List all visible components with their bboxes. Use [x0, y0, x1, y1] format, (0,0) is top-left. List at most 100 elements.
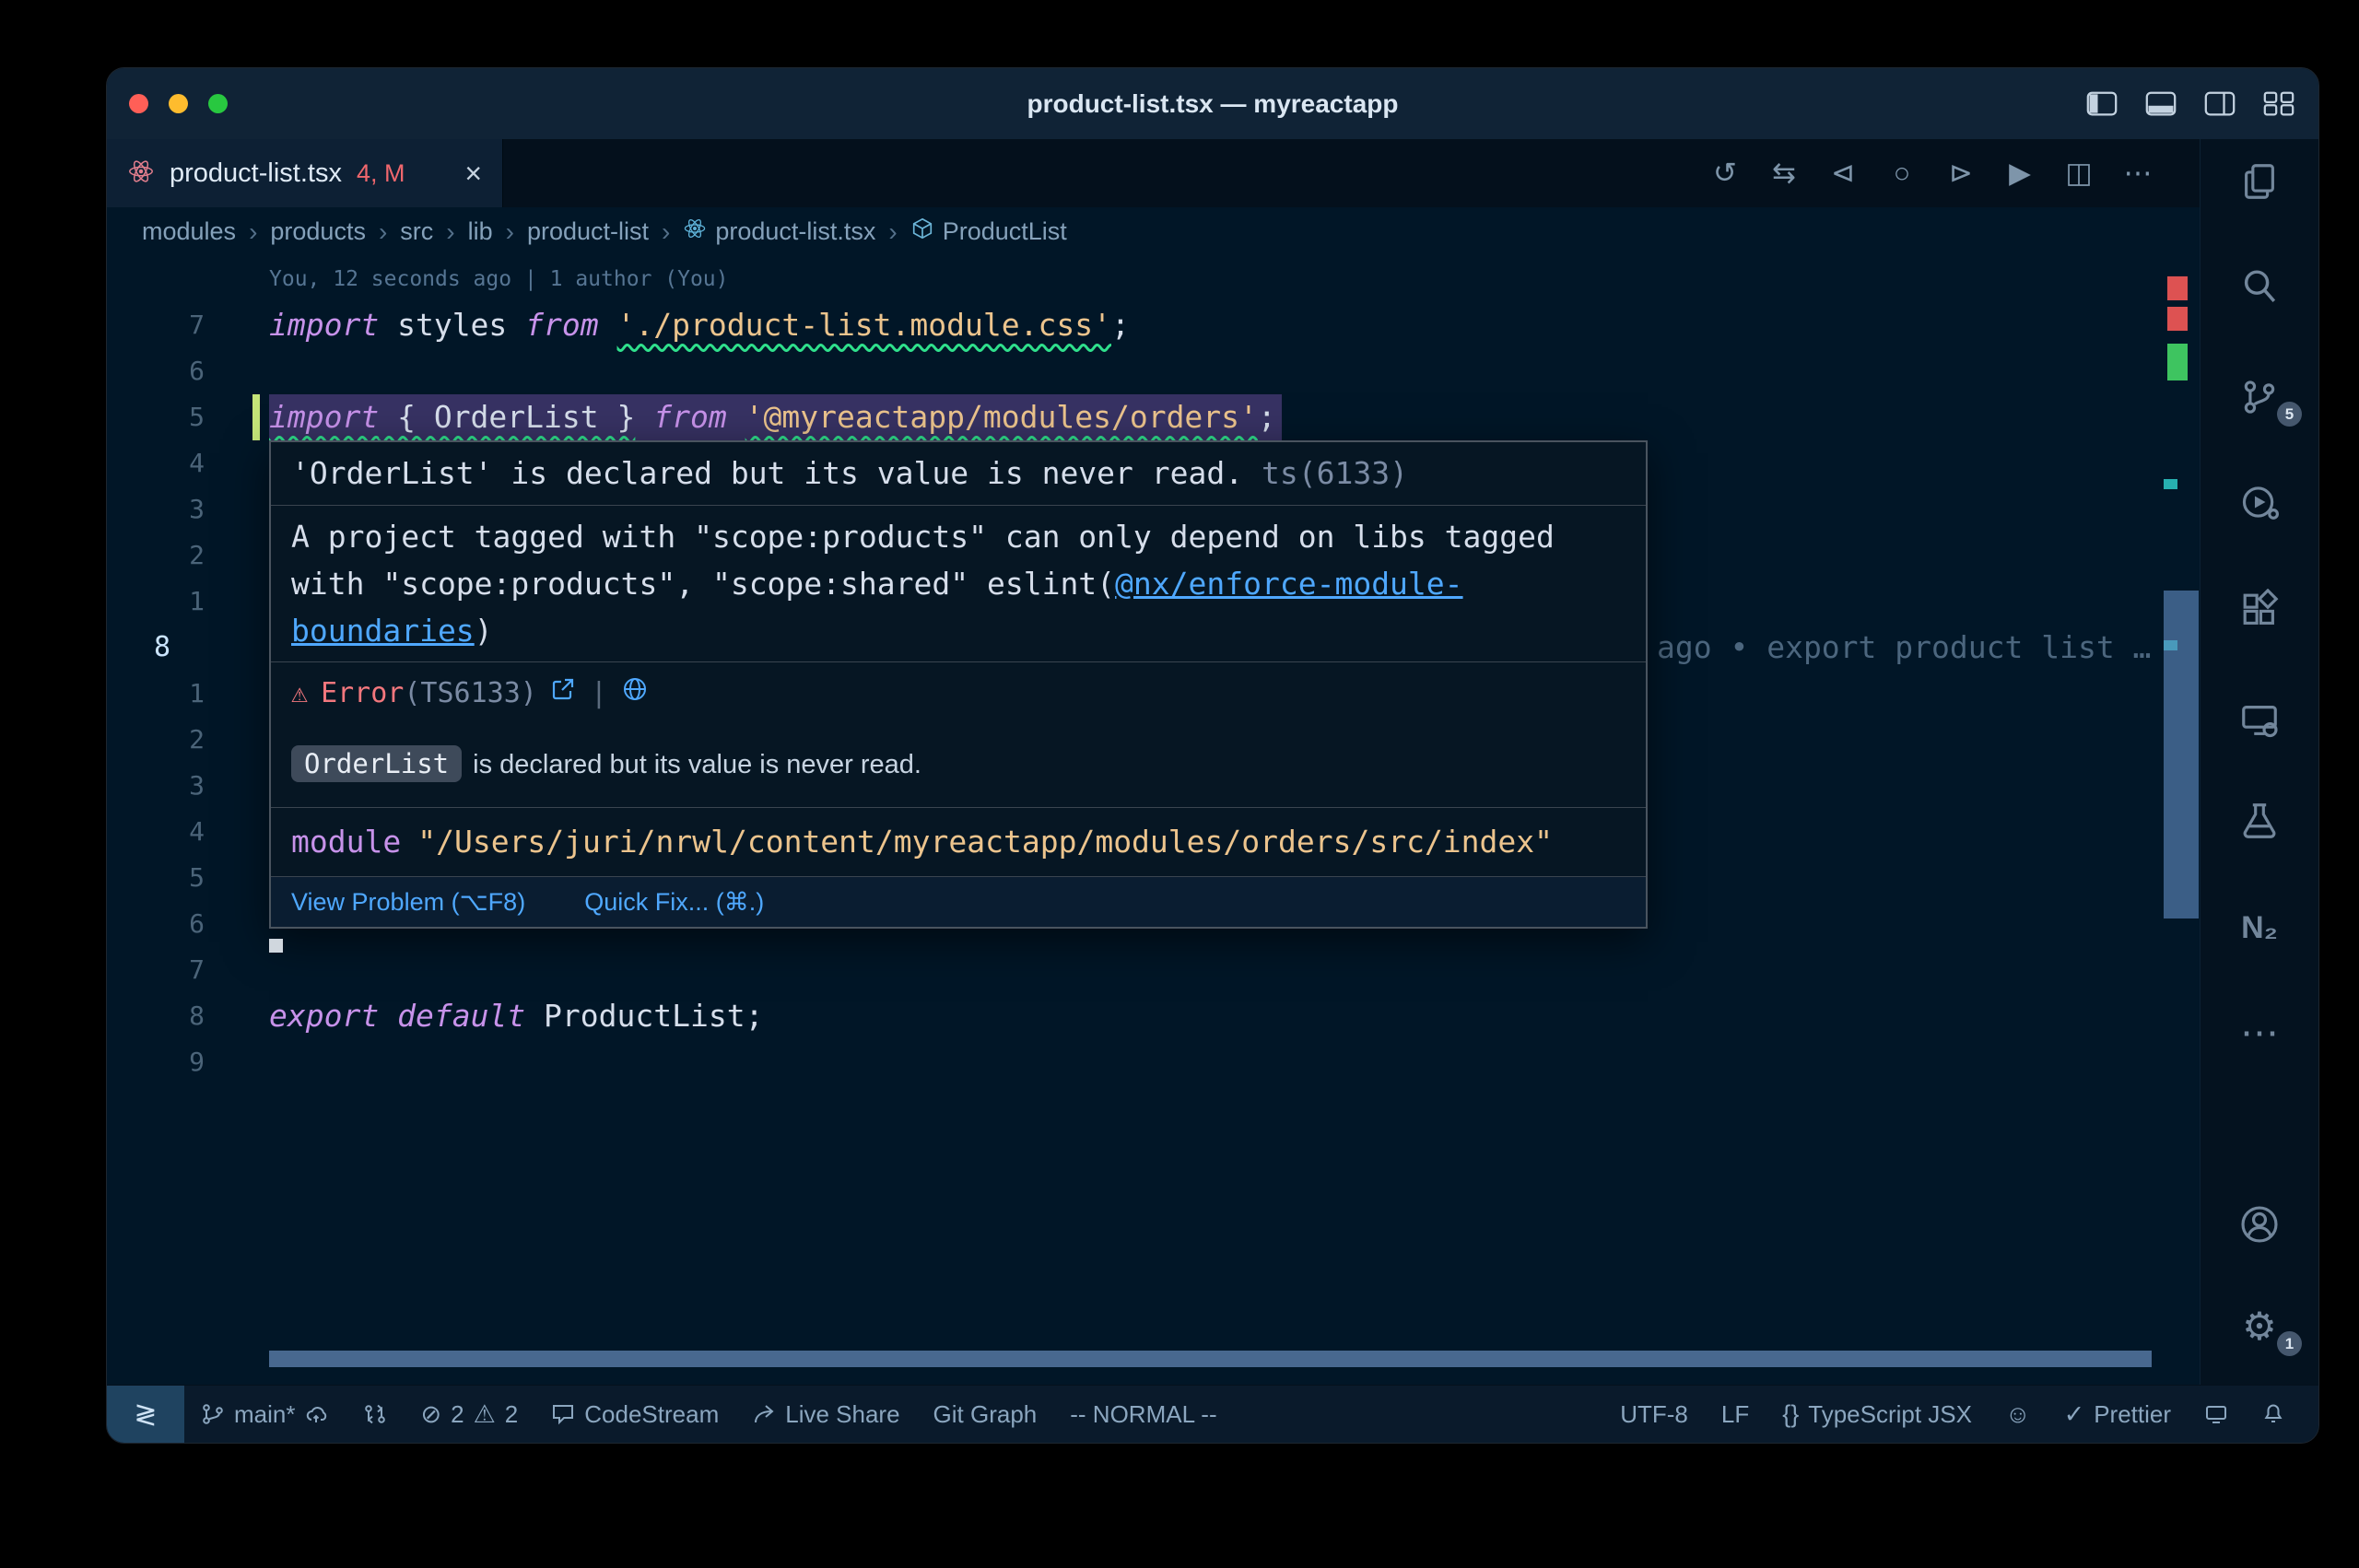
codestream-icon [551, 1402, 575, 1426]
error-message-text: is declared but its value is never read. [473, 750, 921, 779]
view-problem-link[interactable]: View Problem (⌥F8) [291, 887, 525, 917]
next-change-icon[interactable]: ⊳ [1931, 157, 1990, 190]
code-line[interactable]: 8 export default ProductList; [107, 993, 2201, 1039]
more-actions-icon[interactable]: ⋯ [2108, 157, 2167, 190]
customize-layout-icon[interactable] [2263, 91, 2294, 116]
encoding-item[interactable]: UTF-8 [1603, 1386, 1705, 1443]
warning-count: 2 [505, 1400, 518, 1429]
run-debug-icon[interactable] [2201, 465, 2318, 539]
toggle-secondary-sidebar-icon[interactable] [2204, 91, 2236, 116]
remote-indicator[interactable]: ≷ [107, 1386, 184, 1443]
settings-badge: 1 [2277, 1331, 2302, 1356]
language-label: TypeScript JSX [1808, 1400, 1972, 1429]
git-graph-label: Git Graph [933, 1400, 1038, 1429]
breadcrumb-product-list-dir[interactable]: product-list [523, 217, 652, 246]
source-control-icon[interactable]: 5 [2201, 360, 2318, 434]
ruler-info-mark [2164, 479, 2177, 489]
toggle-primary-sidebar-icon[interactable] [2086, 91, 2118, 116]
open-changes-icon[interactable]: ⇆ [1755, 157, 1813, 190]
ellipsis-glyph: ⋯ [2240, 1013, 2279, 1052]
gitlens-compare-item[interactable] [346, 1386, 404, 1443]
hover-diagnostic-ts-text: 'OrderList' is declared but its value is… [291, 455, 1243, 491]
previous-change-icon[interactable]: ⊲ [1813, 157, 1872, 190]
error-icon: ⊘ [420, 1400, 441, 1429]
hover-eslint-line1: A project tagged with "scope:products" c… [291, 513, 1625, 560]
code-line[interactable]: 9 [107, 1039, 2201, 1085]
language-mode-item[interactable]: {} TypeScript JSX [1766, 1386, 1989, 1443]
code-token: '@myreactapp/modules/orders' [745, 399, 1258, 435]
eslint-rule-link[interactable]: @nx/enforce-module- [1115, 566, 1463, 602]
extensions-icon[interactable] [2201, 573, 2318, 647]
tab-product-list[interactable]: product-list.tsx 4, M × [107, 139, 503, 207]
line-number: 5 [107, 394, 205, 440]
feedback-item[interactable]: ☺ [1989, 1386, 2048, 1443]
gitlens-blame-annotation: You, 12 seconds ago | 1 author (You) [269, 256, 729, 302]
code-line[interactable]: 7import styles from './product-list.modu… [107, 302, 2201, 348]
nx-console-icon[interactable]: N₂ [2201, 891, 2318, 965]
gitlens-inline-blame: ago • export product list … [1657, 625, 2151, 671]
breadcrumb-lib[interactable]: lib [464, 217, 497, 246]
toggle-panel-icon[interactable] [2145, 91, 2177, 116]
vertical-scrollbar-thumb[interactable] [2164, 591, 2199, 919]
hover-diagnostic-eslint: A project tagged with "scope:products" c… [271, 506, 1646, 662]
timeline-icon[interactable]: ↺ [1696, 157, 1755, 190]
code-line[interactable]: 7 [107, 947, 2201, 993]
globe-icon[interactable] [622, 673, 648, 714]
settings-gear-icon[interactable]: ⚙ 1 [2201, 1290, 2318, 1363]
breadcrumb-symbol-label: ProductList [943, 217, 1067, 246]
hover-resize-handle[interactable] [269, 939, 283, 953]
additional-views-icon[interactable]: ⋯ [2201, 996, 2318, 1070]
code-text: export default ProductList; [269, 993, 763, 1039]
breadcrumb-src[interactable]: src [396, 217, 437, 246]
breadcrumb-modules[interactable]: modules [138, 217, 240, 246]
breadcrumb-file[interactable]: product-list.tsx [679, 216, 879, 247]
live-share-item[interactable]: Live Share [735, 1386, 916, 1443]
eslint-rule-link[interactable]: boundaries [291, 613, 475, 649]
code-token: import [269, 307, 379, 343]
hover-eslint-line2: with "scope:products", "scope:shared" es… [291, 560, 1625, 607]
horizontal-scrollbar-thumb[interactable] [269, 1351, 2152, 1367]
remote-explorer-icon[interactable] [2201, 684, 2318, 757]
codestream-item[interactable]: CodeStream [534, 1386, 735, 1443]
tab-label: product-list.tsx [170, 158, 342, 189]
split-editor-icon[interactable]: ◫ [2049, 157, 2108, 190]
change-marker-icon[interactable]: ○ [1872, 157, 1931, 190]
line-number: 7 [107, 947, 205, 993]
overview-ruler[interactable] [2164, 256, 2199, 1386]
chevron-right-icon: › [652, 217, 679, 247]
line-number: 9 [107, 1039, 205, 1085]
breadcrumb-products[interactable]: products [266, 217, 370, 246]
live-share-label: Live Share [785, 1400, 899, 1429]
eol-item[interactable]: LF [1705, 1386, 1766, 1443]
vim-mode-item[interactable]: -- NORMAL -- [1053, 1386, 1233, 1443]
code-line[interactable]: 5import { OrderList } from '@myreactapp/… [107, 394, 2201, 440]
breadcrumb-symbol[interactable]: ProductList [907, 216, 1071, 247]
line-number: 4 [107, 440, 205, 486]
line-number: 2 [107, 532, 205, 579]
line-number: 8 [107, 993, 205, 1039]
screencast-item[interactable] [2188, 1386, 2245, 1443]
formatter-item[interactable]: ✓ Prettier [2048, 1386, 2188, 1443]
line-number: 2 [107, 717, 205, 763]
git-graph-item[interactable]: Git Graph [917, 1386, 1054, 1443]
quick-fix-link[interactable]: Quick Fix... (⌘.) [584, 887, 764, 917]
hover-module-path: module"/Users/juri/nrwl/content/myreacta… [271, 808, 1646, 877]
account-icon[interactable] [2201, 1188, 2318, 1261]
search-icon[interactable] [2201, 250, 2318, 323]
git-branch-item[interactable]: main* [184, 1386, 346, 1443]
hover-eslint-line2-text: with "scope:products", "scope:shared" es… [291, 566, 1115, 602]
testing-flask-icon[interactable] [2201, 784, 2318, 858]
explorer-icon[interactable] [2201, 145, 2318, 218]
code-editor[interactable]: You, 12 seconds ago | 1 author (You)7imp… [107, 256, 2201, 1386]
editor-actions: ↺ ⇆ ⊲ ○ ⊳ ▶ ◫ ⋯ [1696, 157, 2201, 190]
run-file-icon[interactable]: ▶ [1990, 157, 2049, 190]
tab-close-icon[interactable]: × [464, 158, 482, 188]
chevron-right-icon: › [497, 217, 523, 247]
notifications-item[interactable] [2245, 1386, 2302, 1443]
code-line[interactable]: 6 [107, 348, 2201, 394]
error-count: 2 [451, 1400, 464, 1429]
problems-item[interactable]: ⊘ 2 ⚠ 2 [404, 1386, 534, 1443]
blame-line[interactable]: You, 12 seconds ago | 1 author (You) [107, 256, 2201, 302]
external-link-icon[interactable] [550, 673, 576, 714]
line-number: 1 [107, 579, 205, 625]
